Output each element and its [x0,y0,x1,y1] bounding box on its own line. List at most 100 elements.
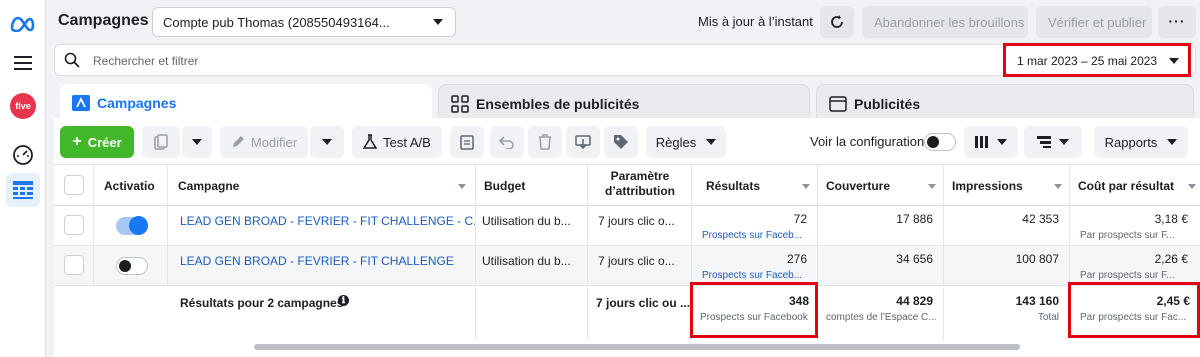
clipboard-button[interactable] [450,126,484,158]
duplicate-button[interactable] [142,126,180,158]
sort-icon [1054,184,1062,189]
flask-icon [363,134,378,149]
row-reach-cell: 17 886 [818,206,944,245]
breakdown-button[interactable] [1024,126,1082,158]
row-activation-cell [94,246,168,285]
tag-icon [614,135,628,149]
tag-button[interactable] [604,126,638,158]
attribution-value: 7 jours clic o... [598,254,675,268]
account-selector[interactable]: Compte pub Thomas (208550493164... [152,7,456,37]
row-campaign-cell: LEAD GEN BROAD - FEVRIER - FIT CHALLENGE… [168,206,476,245]
row-checkbox[interactable] [64,215,84,235]
info-icon[interactable]: ℹ [338,295,349,306]
highlight-cost-box [1068,282,1200,338]
header-attribution[interactable]: Paramètre d’attribution [588,165,692,205]
five-logo-label: five [10,93,36,119]
create-label: Créer [87,134,122,150]
header-results[interactable]: Résultats [692,165,818,205]
tab-ads[interactable]: Publicités [816,84,1194,122]
edit-label: Modifier [250,134,298,150]
search-filter-bar[interactable]: Rechercher et filtrer 1 mar 2023 – 25 ma… [54,43,1196,77]
row-attribution-cell: 7 jours clic o... [588,246,692,285]
campaign-toggle[interactable] [116,257,148,275]
header-reach[interactable]: Couverture [818,165,944,205]
undo-button[interactable] [490,126,524,158]
view-setup-toggle[interactable] [924,133,956,151]
plus-icon: + [72,133,82,150]
sort-icon [1188,184,1196,189]
table-header: Activatio Campagne Budget Paramètre d’at… [54,164,1200,206]
table-icon[interactable] [6,173,40,207]
header-cost-per-result[interactable]: Coût par résultat [1070,165,1200,205]
search-icon [64,52,80,71]
ab-test-button[interactable]: Test A/B [352,126,442,158]
create-button[interactable]: + Créer [60,126,134,158]
header-impressions[interactable]: Impressions [944,165,1070,205]
budget-value: Utilisation du b... [482,254,571,268]
chevron-down-icon [706,139,717,145]
header-cost-label: Coût par résultat [1078,179,1175,193]
cost-subtitle: Par prospects sur F... [1080,270,1175,281]
header-campaign-label: Campagne [178,179,240,193]
header-activation[interactable]: Activatio [94,165,168,205]
header-attribution-label: Paramètre [610,169,670,183]
toggle-knob [119,260,131,272]
date-range-picker[interactable]: 1 mar 2023 – 25 mai 2023 [1003,43,1191,77]
updated-status: Mis à jour à l’instant [698,14,813,29]
campaign-name-link[interactable]: LEAD GEN BROAD - FEVRIER - FIT CHALLENGE [180,254,454,268]
refresh-icon [831,15,843,28]
impressions-value: 100 807 [1015,252,1059,266]
tab-campaigns-label: Campagnes [97,95,177,111]
reports-button[interactable]: Rapports [1094,126,1188,158]
five-logo[interactable]: five [0,92,46,120]
header-impressions-label: Impressions [952,179,1023,193]
attribution-value: 7 jours clic o... [598,214,675,228]
table-row[interactable]: LEAD GEN BROAD - FEVRIER - FIT CHALLENGE… [54,246,1200,286]
campaign-name-link[interactable]: LEAD GEN BROAD - FEVRIER - FIT CHALLENGE… [180,214,475,228]
dashboard-icon[interactable] [0,142,46,168]
row-cost-cell: 3,18 € Par prospects sur F... [1070,206,1200,245]
edit-dropdown[interactable] [310,126,344,158]
sort-icon [802,184,810,189]
row-budget-cell: Utilisation du b... [476,206,588,245]
header-select-cell [54,165,94,205]
header-reach-label: Couverture [826,179,891,193]
select-all-checkbox[interactable] [64,175,84,195]
review-publish-button[interactable]: Vérifier et publier [1036,6,1152,38]
account-selector-label: Compte pub Thomas (208550493164... [163,15,390,30]
header-campaign[interactable]: Campagne [168,165,476,205]
header-results-label: Résultats [706,179,761,193]
impressions-value: 42 353 [1022,212,1059,226]
summary-reach-cell: 44 829 comptes de l’Espace C... [818,288,944,340]
edit-button[interactable]: Modifier [220,126,308,158]
tab-ad-sets[interactable]: Ensembles de publicités [438,84,810,122]
menu-icon[interactable] [0,52,46,74]
search-input[interactable]: Rechercher et filtrer [93,54,198,68]
rules-button[interactable]: Règles [646,126,726,158]
chevron-down-icon [433,19,443,25]
horizontal-scrollbar[interactable] [254,344,1020,350]
discard-drafts-button[interactable]: Abandonner les brouillons [862,6,1028,38]
summary-label: Résultats pour 2 campagnes [180,296,344,310]
more-options-button[interactable]: ··· [1158,6,1196,38]
meta-logo[interactable] [0,10,46,38]
tab-ads-label: Publicités [854,95,921,112]
row-cost-cell: 2,26 € Par prospects sur F... [1070,246,1200,285]
delete-button[interactable] [528,126,562,158]
chevron-down-icon [322,139,332,145]
header-budget[interactable]: Budget [476,165,588,205]
header-budget-label: Budget [484,179,526,193]
duplicate-dropdown[interactable] [182,126,212,158]
campaign-toggle[interactable] [116,216,148,235]
row-select-cell [54,206,94,245]
breakdown-icon [1037,136,1051,148]
export-button[interactable] [566,126,600,158]
reports-label: Rapports [1104,134,1158,150]
row-checkbox[interactable] [64,255,84,275]
columns-button[interactable] [964,126,1018,158]
tab-campaigns[interactable]: Campagnes [60,84,432,122]
date-range-label: 1 mar 2023 – 25 mai 2023 [1017,54,1158,68]
row-attribution-cell: 7 jours clic o... [588,206,692,245]
table-row[interactable]: LEAD GEN BROAD - FEVRIER - FIT CHALLENGE… [54,206,1200,246]
refresh-button[interactable] [820,6,854,38]
